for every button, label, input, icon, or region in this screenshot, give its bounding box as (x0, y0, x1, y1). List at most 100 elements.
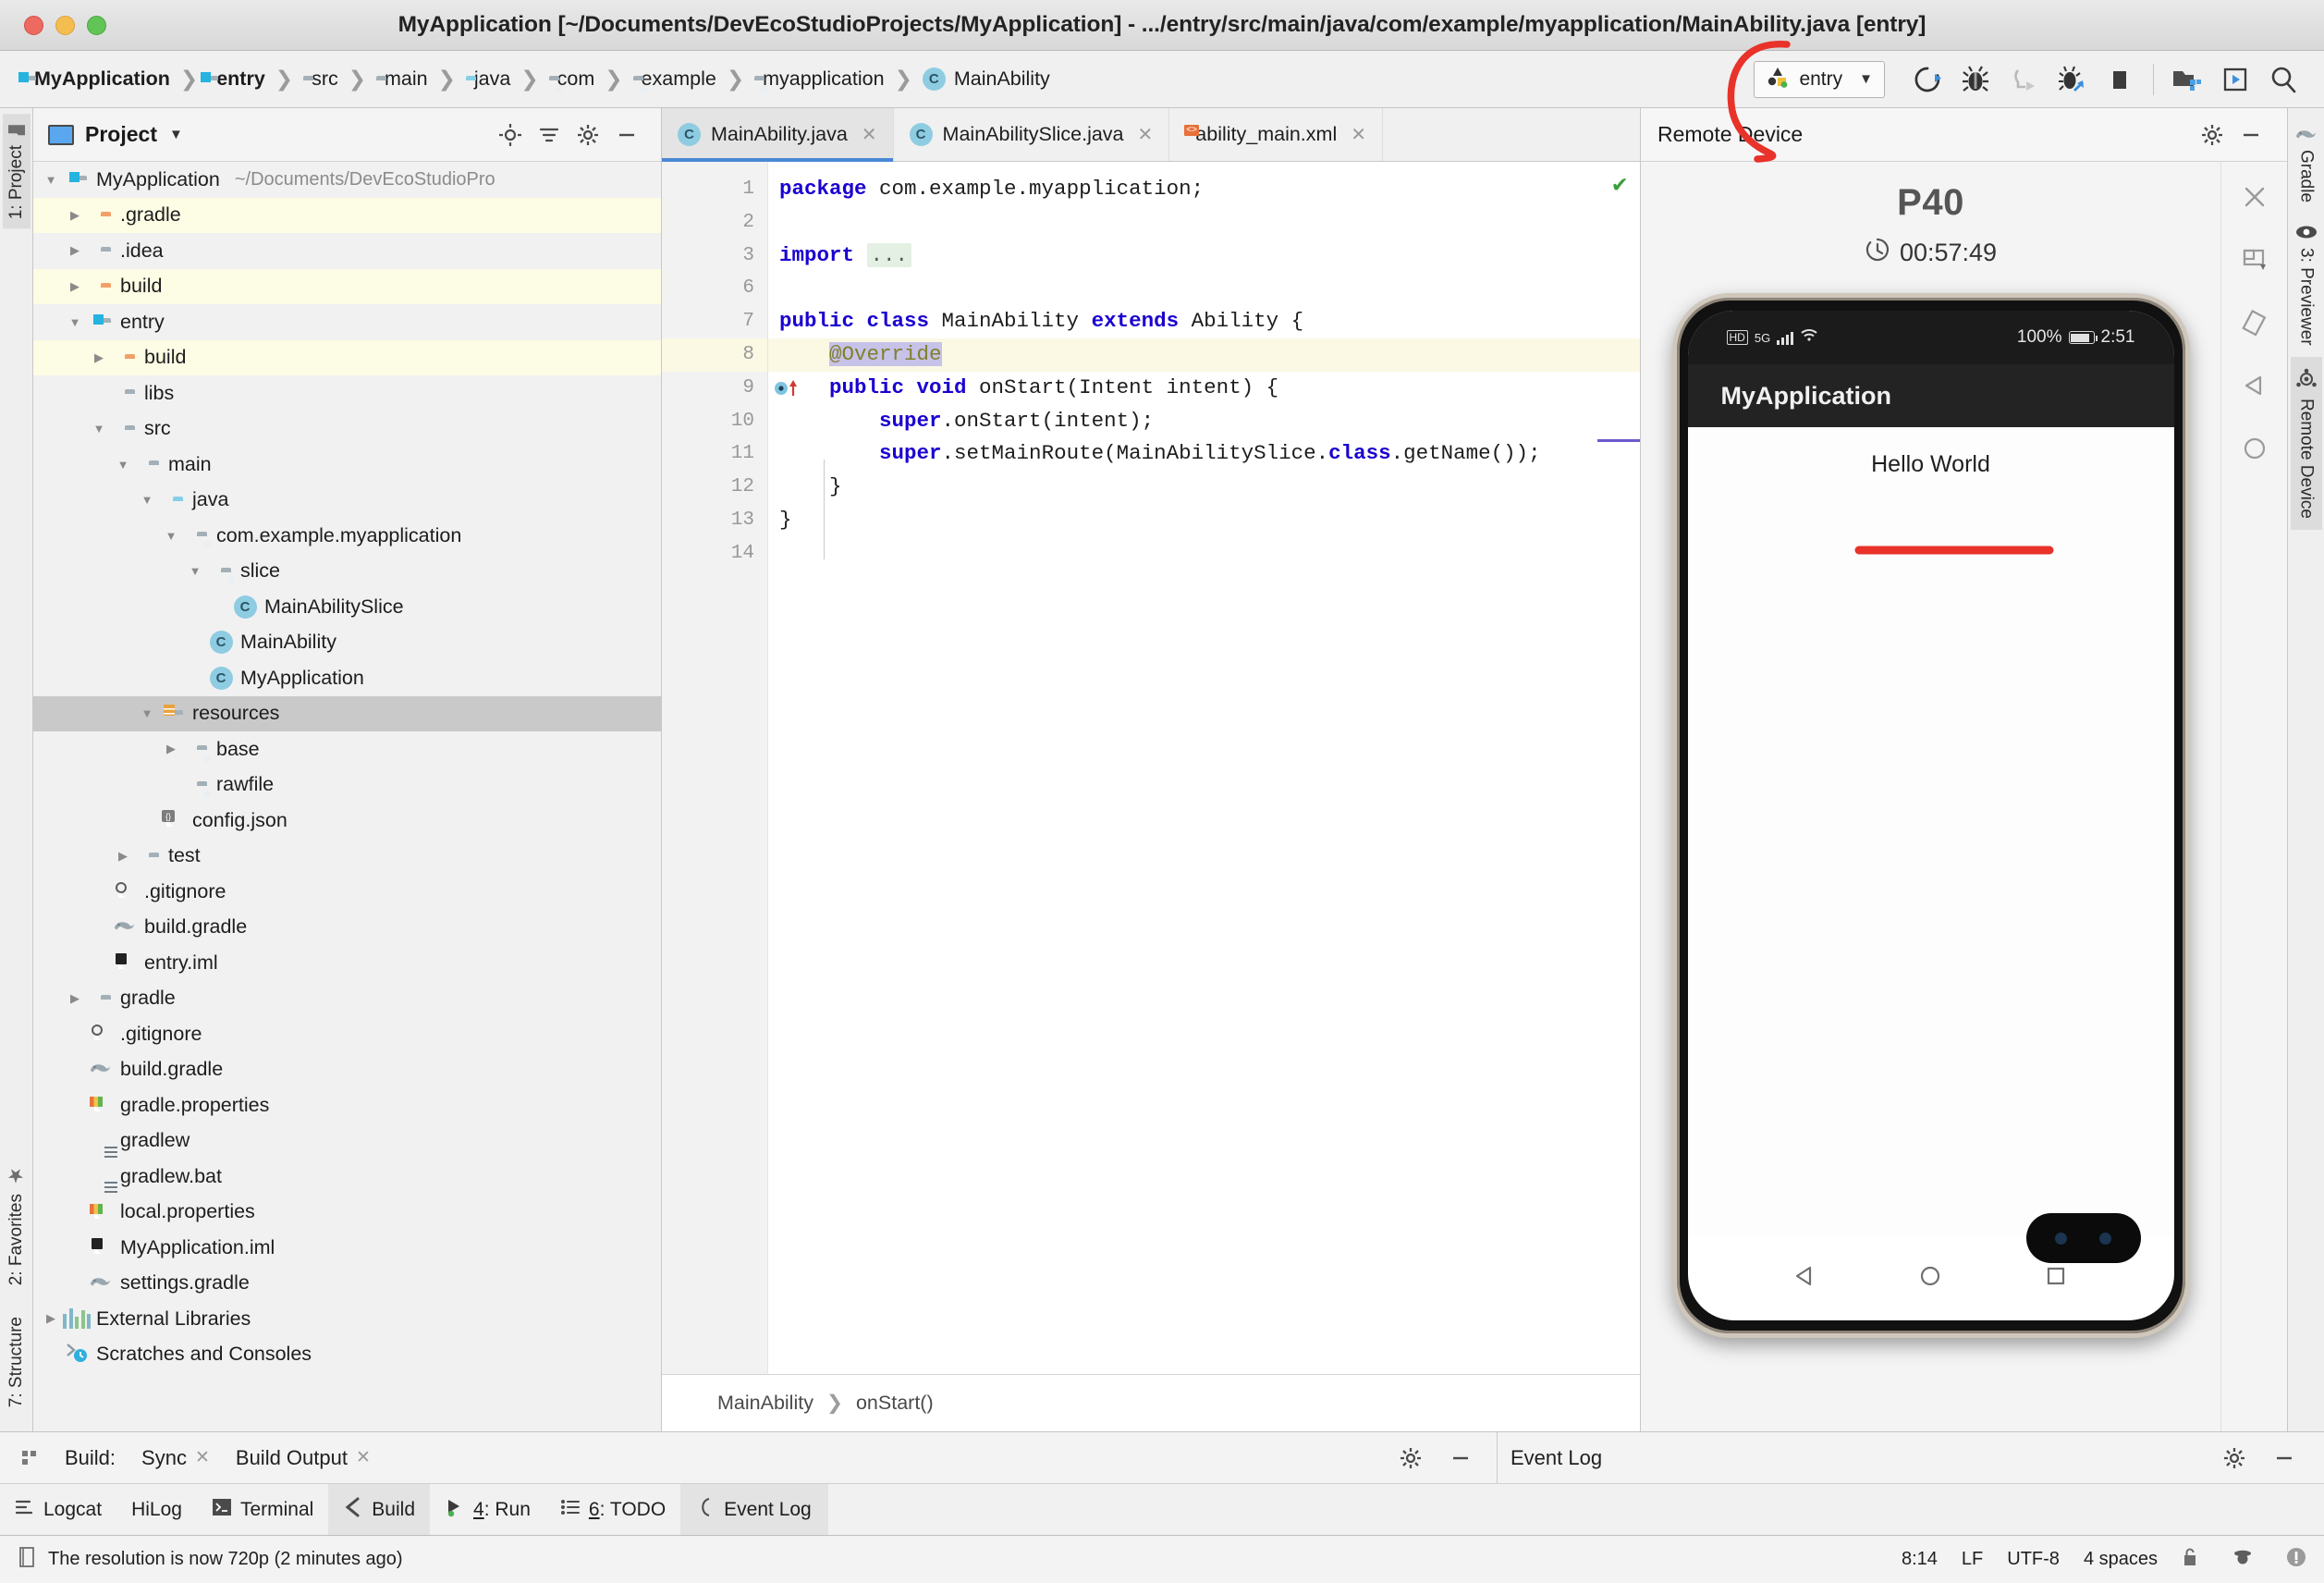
code-line[interactable] (768, 537, 1640, 571)
device-screen[interactable]: HD 5G 100% 2:51 MyApplication Hello Worl… (1687, 311, 2174, 1320)
code-text[interactable]: package com.example.myapplication; import… (768, 162, 1640, 1374)
locate-file-button[interactable] (491, 117, 530, 153)
status-message[interactable]: The resolution is now 720p (2 minutes ag… (48, 1549, 403, 1570)
close-icon[interactable]: ✕ (1138, 123, 1154, 146)
device-phone-frame[interactable]: HD 5G 100% 2:51 MyApplication Hello Worl… (1671, 293, 2190, 1338)
hide-panel-button[interactable] (607, 117, 646, 153)
tree-row[interactable]: local.properties (33, 1195, 661, 1231)
debug-button[interactable] (1951, 58, 2000, 101)
code-line[interactable]: super.setMainRoute(MainAbilitySlice.clas… (768, 437, 1640, 471)
chevron-down-icon[interactable]: ▼ (135, 706, 159, 720)
gear-icon[interactable] (2209, 1432, 2259, 1483)
tree-row[interactable]: C MyApplication (33, 660, 661, 696)
tree-row[interactable]: ▶ .gradle (33, 197, 661, 233)
gear-icon[interactable] (2193, 117, 2232, 153)
chevron-down-icon[interactable]: ▼ (87, 422, 111, 436)
code-line[interactable] (768, 206, 1640, 239)
close-icon[interactable]: ✕ (862, 123, 877, 146)
tree-row[interactable]: ▼ entry (33, 304, 661, 340)
back-icon[interactable] (2234, 365, 2275, 406)
right-tab-3-previewer[interactable]: 3: Previewer (2291, 214, 2322, 357)
lock-icon[interactable] (2180, 1546, 2200, 1574)
close-window-button[interactable] (24, 15, 43, 35)
chevron-right-icon[interactable]: ▶ (63, 279, 87, 294)
chevron-right-icon[interactable]: ▶ (87, 350, 111, 365)
breadcrumb-item-example[interactable]: example (628, 66, 722, 92)
right-tab-remote-device[interactable]: Remote Device (2290, 356, 2322, 530)
status-item[interactable]: 8:14 (1902, 1549, 1938, 1570)
right-tab-gradle[interactable]: Gradle (2289, 114, 2324, 214)
status-item[interactable]: LF (1962, 1549, 1983, 1570)
hide-panel-button[interactable] (2232, 117, 2270, 153)
editor-tab-mainability-java[interactable]: C MainAbility.java ✕ (662, 108, 894, 162)
project-structure-button[interactable] (2163, 58, 2211, 101)
tool-window-tab-event-log[interactable]: Event Log (680, 1484, 828, 1535)
sidebar-tab-structure[interactable]: 7: Structure (3, 1307, 31, 1417)
code-line[interactable]: super.onStart(intent); (768, 405, 1640, 438)
chevron-down-icon[interactable]: ▼ (169, 127, 183, 142)
close-icon[interactable] (2234, 177, 2275, 217)
code-line[interactable]: public class MainAbility extends Ability… (768, 305, 1640, 338)
tree-row[interactable]: ▼ main (33, 447, 661, 483)
tree-row[interactable]: {} config.json (33, 803, 661, 839)
chevron-down-icon[interactable]: ▼ (111, 458, 135, 472)
hide-panel-button[interactable] (2259, 1432, 2324, 1483)
home-icon[interactable] (1916, 1262, 1944, 1295)
close-icon[interactable]: ✕ (1351, 123, 1366, 146)
project-tree[interactable]: ▼ MyApplication ~/Documents/DevEcoStudioPr… (33, 162, 661, 1431)
back-icon[interactable] (1792, 1262, 1819, 1295)
close-icon[interactable]: ✕ (356, 1447, 371, 1468)
chevron-right-icon[interactable]: ▶ (39, 1311, 63, 1326)
maximize-window-button[interactable] (87, 15, 106, 35)
tree-row[interactable]: gradlew.bat (33, 1159, 661, 1195)
attach-debugger-button[interactable] (2000, 58, 2048, 101)
breadcrumb-item-java[interactable]: java (460, 66, 516, 92)
tree-row[interactable]: Scratches and Consoles (33, 1337, 661, 1373)
tree-row[interactable]: entry.iml (33, 945, 661, 981)
tree-row[interactable]: build.gradle (33, 910, 661, 946)
tree-row[interactable]: ▼ resources (33, 695, 661, 731)
git-branch-icon[interactable] (2232, 1546, 2254, 1574)
status-item[interactable]: 4 spaces (2084, 1549, 2158, 1570)
tree-row[interactable]: ▼ slice (33, 554, 661, 590)
tree-row[interactable]: ▶ test (33, 839, 661, 875)
rerun-button[interactable] (1903, 58, 1951, 101)
tree-row[interactable]: ▼ com.example.myapplication (33, 518, 661, 554)
tree-row[interactable]: .gitignore (33, 874, 661, 910)
device-viewport[interactable]: P40 00:57:49 HD 5G 100% 2:51 MyApplicati… (1641, 162, 2220, 1431)
tree-row[interactable]: build.gradle (33, 1052, 661, 1088)
tree-row[interactable]: MyApplication.iml (33, 1230, 661, 1266)
breadcrumb-item-entry[interactable]: entry (201, 66, 271, 92)
chevron-down-icon[interactable]: ▼ (63, 315, 87, 329)
tree-row[interactable]: ▶ base (33, 731, 661, 767)
tree-row[interactable]: ▶ build (33, 339, 661, 375)
previewer-button[interactable] (2211, 58, 2259, 101)
code-viewport[interactable]: 1 2 3 6 7 8 9 10 11 12 13 14 package com.example.my… (662, 162, 1640, 1374)
chevron-down-icon[interactable]: ▼ (1859, 71, 1873, 87)
tree-row[interactable]: ▼ src (33, 411, 661, 448)
code-line[interactable]: import ...+ (768, 239, 1640, 273)
chevron-right-icon[interactable]: ▶ (159, 742, 183, 756)
breadcrumb-item-myapplication[interactable]: MyApplication (18, 66, 176, 92)
editor-breadcrumb-item[interactable]: onStart() (856, 1392, 934, 1415)
tree-row[interactable]: C MainAbility (33, 625, 661, 661)
breadcrumb-item-mainability[interactable]: C MainAbility (917, 66, 1056, 92)
editor-tab-ability-main-xml[interactable]: ability_main.xml ✕ (1169, 108, 1383, 161)
collapse-all-button[interactable] (530, 117, 569, 153)
chevron-down-icon[interactable]: ▼ (135, 493, 159, 507)
minimize-window-button[interactable] (55, 15, 75, 35)
tree-row[interactable]: settings.gradle (33, 1266, 661, 1302)
chevron-right-icon[interactable]: ▶ (111, 849, 135, 864)
build-tab-build-output[interactable]: Build Output ✕ (223, 1432, 384, 1483)
chevron-down-icon[interactable]: ▼ (39, 173, 63, 187)
chevron-right-icon[interactable]: ▶ (63, 991, 87, 1006)
tree-row[interactable]: ▶ External Libraries (33, 1301, 661, 1337)
phone-app-content[interactable]: Hello World (1687, 427, 2174, 1235)
gear-icon[interactable] (1386, 1432, 1436, 1483)
gear-icon[interactable] (569, 117, 607, 153)
rotate-icon[interactable] (2234, 302, 2275, 343)
debug-ohos-button[interactable] (2048, 58, 2096, 101)
tree-row[interactable]: gradle.properties (33, 1087, 661, 1123)
run-configuration-selector[interactable]: entry ▼ (1754, 60, 1885, 98)
build-tab-sync[interactable]: Sync ✕ (128, 1432, 223, 1483)
